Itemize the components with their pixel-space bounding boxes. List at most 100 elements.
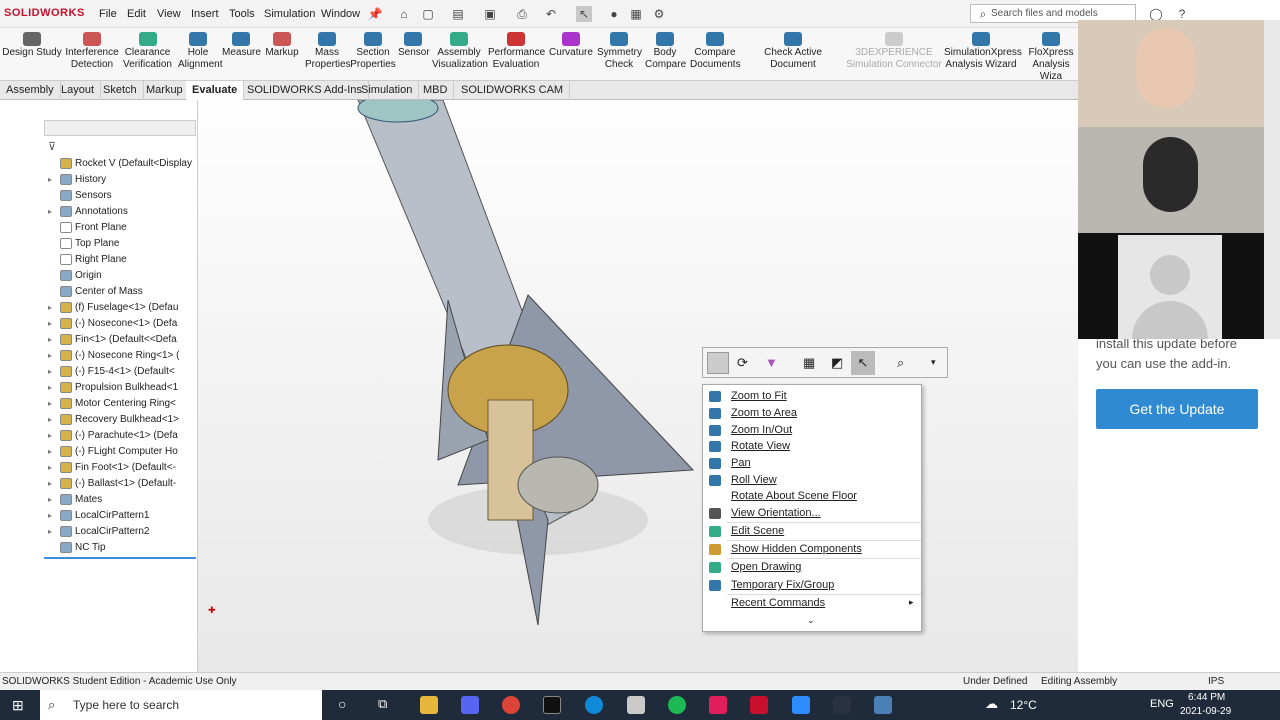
expand-arrow-icon[interactable]: ▸ [48,527,60,536]
tree-item[interactable]: ▸ History [48,174,196,190]
tab-addins[interactable]: SOLIDWORKS Add-Ins [241,81,369,100]
calculator-icon[interactable] [874,696,892,714]
chrome-icon[interactable] [502,696,520,714]
box-select-icon[interactable] [707,352,729,374]
zoom-icon[interactable]: ⌕ [897,355,904,371]
expand-arrow-icon[interactable]: ▸ [48,399,60,408]
edge-icon[interactable] [585,696,603,714]
slack-icon[interactable] [709,696,727,714]
tree-item[interactable]: ▸ (-) F15-4<1> (Default< [48,366,196,382]
tree-item[interactable]: Sensors [48,190,196,206]
tree-item[interactable]: ▸ (-) Nosecone Ring<1> ( [48,350,196,366]
command-18[interactable]: FloXpress Analysis Wiza [1020,32,1082,83]
expand-arrow-icon[interactable]: ▸ [48,495,60,504]
context-menu-item[interactable]: Rotate View [703,438,921,455]
filter-icon[interactable]: ▼ [765,355,778,370]
clock-time[interactable]: 6:44 PM [1188,692,1225,703]
task-view-icon[interactable]: ⧉ [378,696,387,712]
expand-arrow-icon[interactable]: ▸ [48,463,60,472]
taskbar-search[interactable]: ⌕ Type here to search [40,690,322,720]
menu-tools[interactable]: Tools [229,8,255,20]
select-icon[interactable]: ↖ [576,6,592,22]
tab-cam[interactable]: SOLIDWORKS CAM [455,81,571,100]
menu-file[interactable]: File [99,8,117,20]
menu-edit[interactable]: Edit [127,8,146,20]
command-11[interactable]: Curvature [548,32,594,59]
tab-layout[interactable]: Layout [55,81,102,100]
file-properties-icon[interactable]: ▦ [628,6,644,22]
context-menu-item[interactable]: Edit Scene [703,523,921,540]
tab-markup[interactable]: Markup [140,81,190,100]
context-menu-item[interactable]: Temporary Fix/Group [703,577,921,594]
command-17[interactable]: SimulationXpress Analysis Wizard [944,32,1022,71]
tree-item[interactable]: ▸ Recovery Bulkhead<1> [48,414,196,430]
menu-insert[interactable]: Insert [191,8,219,20]
spotify-icon[interactable] [668,696,686,714]
discord-icon[interactable] [461,696,479,714]
tree-item[interactable]: ▸ (-) Ballast<1> (Default- [48,478,196,494]
snipping-icon[interactable] [627,696,645,714]
tree-item[interactable]: ▸ LocalCirPattern2 [48,526,196,542]
expand-arrow-icon[interactable]: ▸ [48,335,60,344]
tree-item[interactable]: ▸ Propulsion Bulkhead<1 [48,382,196,398]
command-13[interactable]: Body Compare [645,32,686,71]
command-3[interactable]: Hole Alignment [178,32,222,71]
command-5[interactable]: Markup [262,32,302,59]
tab-mbd[interactable]: MBD [417,81,455,100]
context-menu-item[interactable]: Zoom to Fit [703,388,921,405]
expand-arrow-icon[interactable]: ▸ [48,351,60,360]
tree-item[interactable]: ▸ (-) Nosecone<1> (Defa [48,318,196,334]
command-4[interactable]: Measure [222,32,261,59]
context-menu-item[interactable]: Zoom In/Out [703,422,921,439]
tree-item[interactable]: ▸ Annotations [48,206,196,222]
menu-window[interactable]: Window [321,8,360,20]
graphics-area[interactable]: ✚ [198,100,1078,672]
solidworks-taskbar-icon[interactable] [750,696,768,714]
context-menu-item[interactable]: Recent Commands [703,595,921,612]
app-icon[interactable] [833,696,851,714]
expand-arrow-icon[interactable]: ▸ [48,431,60,440]
file-explorer-icon[interactable] [420,696,438,714]
command-10[interactable]: Performance Evaluation [488,32,545,71]
menu-view[interactable]: View [157,8,181,20]
command-14[interactable]: Compare Documents [690,32,741,71]
context-menu-item[interactable]: View Orientation... [703,505,921,522]
tab-evaluate[interactable]: Evaluate [186,81,245,100]
get-update-button[interactable]: Get the Update [1096,389,1258,429]
tab-sketch[interactable]: Sketch [97,81,144,100]
view-icon[interactable]: ▦ [803,355,815,371]
tree-item[interactable]: ▸ (f) Fuselage<1> (Defau [48,302,196,318]
expand-arrow-icon[interactable]: ▸ [48,175,60,184]
print-icon[interactable]: ⎙ [514,6,530,22]
expand-arrow-icon[interactable]: ▸ [48,303,60,312]
context-menu-item[interactable]: Open Drawing [703,559,921,576]
tree-item[interactable]: NC Tip [48,542,196,558]
chevron-down-icon[interactable]: ▾ [931,357,936,368]
zoom-app-icon[interactable] [792,696,810,714]
expand-menu-icon[interactable]: ⌄ [807,615,815,626]
rebuild-icon[interactable]: ● [606,6,622,22]
context-menu-item[interactable]: Roll View [703,472,921,489]
windows-start-icon[interactable]: ⊞ [12,697,24,714]
tree-item[interactable]: Rocket V (Default<Display [48,158,196,174]
context-menu-item[interactable]: Zoom to Area [703,405,921,422]
tree-item[interactable]: Top Plane [48,238,196,254]
expand-arrow-icon[interactable]: ▸ [48,447,60,456]
home-icon[interactable]: ⌂ [396,6,412,22]
command-16[interactable]: 3DEXPERIENCE Simulation Connector [846,32,942,71]
command-8[interactable]: Sensor [398,32,430,59]
video-scrollbar[interactable] [1264,20,1280,339]
command-7[interactable]: Section Properties [350,32,396,71]
tree-item[interactable]: Right Plane [48,254,196,270]
command-6[interactable]: Mass Properties [305,32,351,71]
command-9[interactable]: Assembly Visualization [432,32,488,71]
tree-item[interactable]: ▸ (-) FLight Computer Ho [48,446,196,462]
tree-item[interactable]: ▸ Motor Centering Ring< [48,398,196,414]
section-icon[interactable]: ◩ [831,355,843,371]
tree-item[interactable]: Origin [48,270,196,286]
filter-icon[interactable]: ⊽ [48,140,60,153]
expand-arrow-icon[interactable]: ▸ [48,367,60,376]
expand-arrow-icon[interactable]: ▸ [48,511,60,520]
status-units[interactable]: IPS [1208,676,1224,687]
menu-simulation[interactable]: Simulation [264,8,315,20]
